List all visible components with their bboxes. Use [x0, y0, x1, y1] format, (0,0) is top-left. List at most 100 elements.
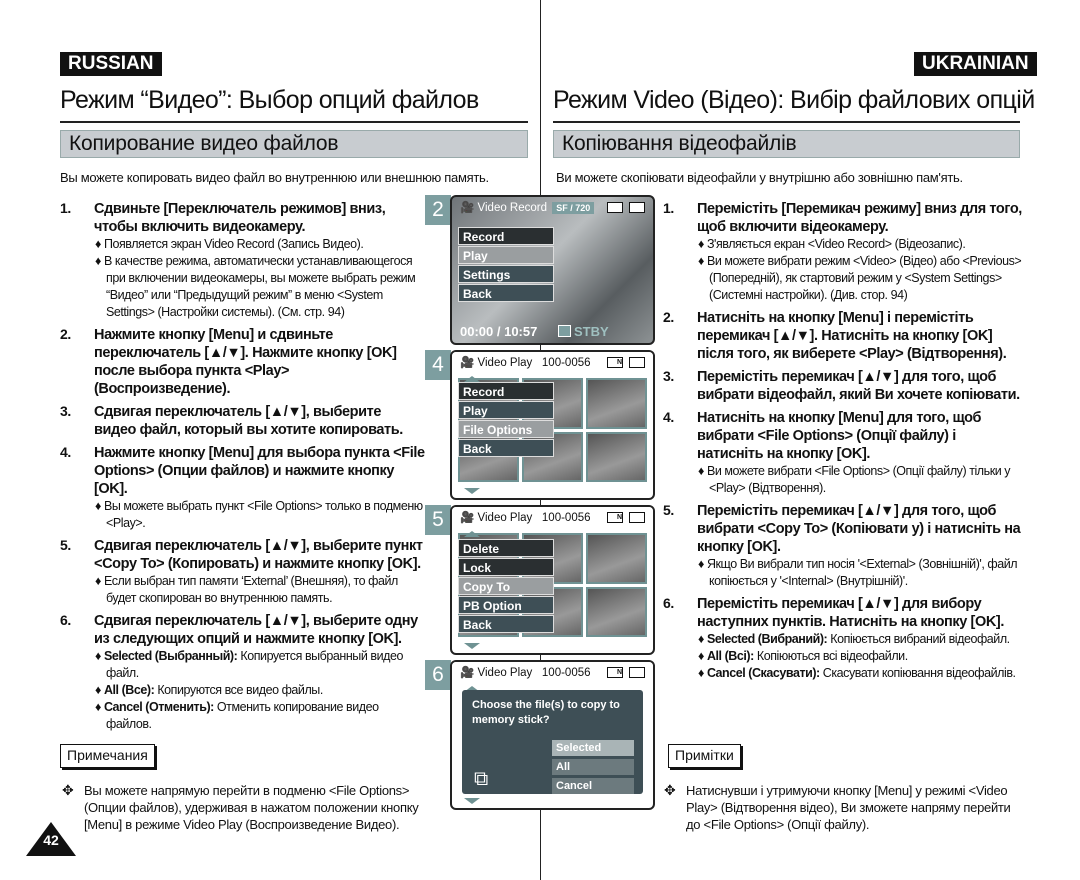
step-text: Сдвигая переключатель [▲/▼], выберите од… [94, 613, 418, 647]
menu-item-play[interactable]: Play [458, 401, 554, 419]
steps-russian: 1. Сдвиньте [Переключатель режимов] вниз,… [60, 200, 425, 738]
menu-item-lock[interactable]: Lock [458, 558, 554, 576]
note-bullet-icon: ✥ [664, 782, 676, 798]
step-note: ♦ Якщо Ви вибрали тип носія '<External> … [698, 557, 1018, 588]
option-selected[interactable]: Selected [552, 740, 634, 756]
menu-item-back[interactable]: Back [458, 439, 554, 457]
page-number: 42 [43, 832, 59, 848]
menu-item-play[interactable]: Play [458, 246, 554, 264]
step-number: 2. [60, 326, 71, 342]
option-description: ♦ Selected (Вибраний): Копіюється вибран… [698, 632, 1010, 646]
option-description: ♦ Cancel (Отменить): Отменить копировани… [95, 700, 379, 731]
file-number: 100-0056 [541, 667, 591, 679]
step-number: 3. [60, 403, 71, 419]
menu-item-pb-option[interactable]: PB Option [458, 596, 554, 614]
step-text: Сдвигая переключатель [▲/▼], выберите ви… [94, 404, 403, 438]
step: 4. Нажмите кнопку [Menu] для выбора пункт… [60, 444, 425, 532]
title-rule [60, 121, 528, 123]
step-note: ♦ З'являється екран <Video Record> (Віде… [698, 237, 966, 251]
battery-icon [629, 512, 645, 523]
screen-copy-dialog: 🎥 Video Play 100-0056 N Choose the file(… [450, 660, 655, 810]
menu-item-settings[interactable]: Settings [458, 265, 554, 283]
page-title-russian: Режим “Видео”: Выбор опций файлов [60, 86, 479, 114]
quality-badge: SF / 720 [552, 202, 595, 214]
step-note: ♦ В качестве режима, автоматически устан… [95, 254, 416, 319]
step-text: Натисніть на кнопку [Menu] для того, щоб… [697, 410, 982, 462]
step-number: 3. [663, 368, 674, 384]
step: 5. Перемістіть перемикач [▲/▼] для того, … [663, 502, 1023, 590]
note-ukrainian: Натиснувши і утримуючи кнопку [Menu] у р… [686, 783, 1011, 832]
camera-icon: 🎥 [460, 512, 475, 524]
screen-video-record: 🎥 Video Record SF / 720 Record Play Sett… [450, 195, 655, 345]
step-text: Нажмите кнопку [Menu] и сдвиньте переклю… [94, 327, 397, 397]
screen-number: 5 [425, 505, 451, 535]
menu-item-record[interactable]: Record [458, 227, 554, 245]
status-text: STBY [574, 324, 609, 339]
option-description: ♦ Selected (Выбранный): Копируется выбра… [95, 649, 403, 680]
note-russian: Вы можете напрямую перейти в подменю <Fi… [84, 783, 419, 832]
battery-icon [629, 667, 645, 678]
menu-item-back[interactable]: Back [458, 615, 554, 633]
intro-russian: Вы можете копировать видео файл во внутр… [60, 170, 489, 185]
step-note: ♦ Ви можете вибрати <File Options> (Опці… [698, 464, 1011, 495]
step: 3. Сдвигая переключатель [▲/▼], выберите … [60, 403, 425, 439]
screen-number: 4 [425, 350, 451, 380]
option-description: ♦ All (Все): Копируются все видео файлы. [95, 683, 323, 697]
scroll-down-icon[interactable] [464, 643, 480, 649]
steps-ukrainian: 1. Перемістіть [Перемикач режиму] вниз дл… [663, 200, 1023, 687]
camera-icon: 🎥 [460, 357, 475, 369]
scroll-down-icon[interactable] [464, 488, 480, 494]
menu-list: Record Play Settings Back [458, 227, 554, 303]
option-description: ♦ All (Всі): Копіюються всі відеофайли. [698, 649, 908, 663]
step: 2. Нажмите кнопку [Menu] и сдвиньте перек… [60, 326, 425, 398]
menu-item-copy-to[interactable]: Copy To [458, 577, 554, 595]
step-note: ♦ Появляется экран Video Record (Запись … [95, 237, 364, 251]
option-all[interactable]: All [552, 759, 634, 775]
camera-icon: 🎥 [460, 202, 475, 214]
copy-dialog: Choose the file(s) to copy to memory sti… [462, 690, 643, 794]
step-text: Перемістіть перемикач [▲/▼] для вибору н… [697, 596, 1004, 630]
stby-indicator-icon [558, 325, 571, 337]
step: 2. Натисніть на кнопку [Menu] і перемісті… [663, 309, 1023, 363]
step-number: 1. [663, 200, 674, 216]
step-number: 1. [60, 200, 71, 216]
screen-number: 6 [425, 660, 451, 690]
battery-icon [629, 357, 645, 368]
step-text: Перемістіть перемикач [▲/▼] для того, що… [697, 369, 1020, 403]
camera-icon: 🎥 [460, 667, 475, 679]
file-number: 100-0056 [541, 512, 591, 524]
scroll-up-icon[interactable] [464, 531, 480, 537]
option-description: ♦ Cancel (Скасувати): Скасувати копіюван… [698, 666, 1016, 680]
menu-item-record[interactable]: Record [458, 382, 554, 400]
screen-number: 2 [425, 195, 451, 225]
step-note: ♦ Ви можете вибрати режим <Video> (Відео… [698, 254, 1022, 302]
screen-file-options-menu: 🎥 Video Play 100-0056 N Delete Lock Copy… [450, 505, 655, 655]
step-number: 5. [60, 537, 71, 553]
language-label-russian: RUSSIAN [60, 52, 162, 76]
screen-video-play-menu: 🎥 Video Play 100-0056 N Record Play File… [450, 350, 655, 500]
step: 3. Перемістіть перемикач [▲/▼] для того, … [663, 368, 1023, 404]
step-text: Сдвигая переключатель [▲/▼], выберите пу… [94, 538, 423, 572]
step-number: 2. [663, 309, 674, 325]
section-heading-russian: Копирование видео файлов [60, 130, 528, 158]
screen-header: Video Play [477, 512, 533, 524]
menu-item-delete[interactable]: Delete [458, 539, 554, 557]
notes-label-ukrainian: Примітки [668, 744, 741, 768]
step-number: 4. [663, 409, 674, 425]
scroll-down-icon[interactable] [464, 798, 480, 804]
option-cancel[interactable]: Cancel [552, 778, 634, 794]
menu-item-file-options[interactable]: File Options [458, 420, 554, 438]
memory-icon: N [607, 512, 623, 523]
step: 6. Перемістіть перемикач [▲/▼] для вибору… [663, 595, 1023, 682]
title-rule [553, 121, 1020, 123]
timecode: 00:00 / 10:57 [460, 324, 538, 339]
step-number: 5. [663, 502, 674, 518]
note-bullet-icon: ✥ [62, 782, 74, 798]
step-text: Натисніть на кнопку [Menu] і перемістіть… [697, 310, 1007, 362]
step-text: Нажмите кнопку [Menu] для выбора пункта … [94, 445, 425, 497]
screen-header: Video Play [477, 357, 533, 369]
dialog-question: Choose the file(s) to copy to memory sti… [472, 699, 620, 726]
screen-header: Video Record [477, 202, 548, 214]
step-number: 6. [60, 612, 71, 628]
menu-item-back[interactable]: Back [458, 284, 554, 302]
